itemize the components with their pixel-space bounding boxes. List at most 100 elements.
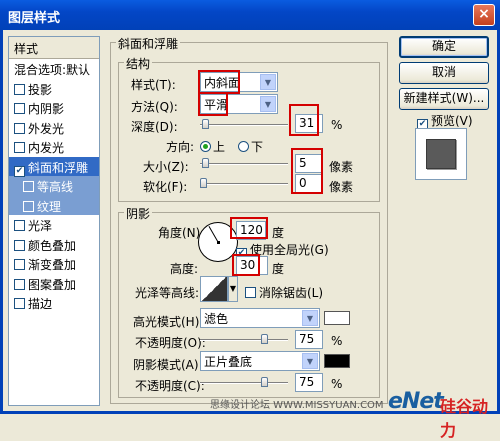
- highlight-mode-label: 高光模式(H):: [133, 315, 204, 329]
- shadow-opacity-input[interactable]: 75: [295, 373, 323, 392]
- antialias-checkbox[interactable]: 消除锯齿(L): [245, 284, 323, 301]
- shadow-opacity-unit: %: [331, 377, 343, 391]
- style-list-item-label: 内阴影: [28, 102, 65, 116]
- altitude-label: 高度:: [170, 262, 199, 276]
- style-list-item[interactable]: 渐变叠加: [9, 254, 99, 274]
- soften-slider-thumb[interactable]: [200, 178, 207, 188]
- style-list-item[interactable]: 描边: [9, 293, 99, 313]
- highlight-box-angle: [230, 217, 268, 239]
- chevron-down-icon[interactable]: ▼: [228, 276, 238, 302]
- style-list-item[interactable]: 图案叠加: [9, 274, 99, 294]
- style-list-item-label: 纹理: [37, 199, 62, 214]
- checkbox-icon[interactable]: [14, 103, 25, 114]
- bevel-group-title: 斜面和浮雕: [116, 35, 181, 52]
- altitude-unit: 度: [272, 262, 285, 276]
- style-list-item-label: 渐变叠加: [28, 258, 77, 272]
- shading-title: 阴影: [124, 205, 153, 222]
- checkbox-icon[interactable]: [14, 278, 25, 290]
- checkbox-icon[interactable]: [14, 122, 25, 134]
- window-title: 图层样式: [8, 11, 61, 26]
- style-label: 样式(T):: [131, 78, 176, 92]
- chevron-down-icon: ▼: [260, 96, 276, 112]
- depth-slider[interactable]: [200, 119, 288, 129]
- soften-label: 软化(F):: [143, 180, 188, 194]
- style-list-item-label: 斜面和浮雕: [28, 160, 89, 175]
- chevron-down-icon: ▼: [302, 310, 318, 326]
- style-list-item-label: 等高线: [37, 180, 74, 194]
- size-slider-thumb[interactable]: [201, 158, 209, 168]
- style-list-item-label: 内发光: [28, 141, 65, 155]
- checkbox-icon[interactable]: [245, 287, 256, 298]
- style-list-item-label: 描边: [28, 297, 53, 311]
- depth-unit: %: [331, 118, 343, 132]
- highlight-box-depth: [289, 104, 319, 136]
- shadow-color-swatch[interactable]: [324, 354, 350, 368]
- style-list-item[interactable]: 内发光: [9, 137, 99, 157]
- direction-down-radio[interactable]: 下: [238, 138, 263, 155]
- ok-button[interactable]: 确定: [399, 36, 489, 58]
- preview-swatch: [426, 139, 456, 169]
- direction-label: 方向:: [166, 140, 195, 154]
- close-button[interactable]: ×: [473, 4, 495, 26]
- new-style-button[interactable]: 新建样式(W)...: [399, 88, 489, 110]
- checkbox-icon[interactable]: [14, 220, 25, 231]
- size-label: 大小(Z):: [143, 160, 189, 174]
- checkbox-icon[interactable]: [14, 259, 25, 270]
- checkbox-icon[interactable]: [23, 181, 34, 192]
- style-list-item[interactable]: 光泽: [9, 215, 99, 235]
- depth-label: 深度(D):: [131, 120, 178, 134]
- watermark-logo: eNet: [388, 389, 444, 414]
- technique-label: 方法(Q):: [131, 100, 178, 114]
- shadow-opacity-thumb[interactable]: [260, 377, 268, 387]
- checkbox-icon[interactable]: [14, 83, 25, 95]
- radio-off-icon[interactable]: [238, 141, 249, 152]
- checkbox-icon[interactable]: [23, 200, 34, 212]
- shadow-opacity-slider[interactable]: [200, 377, 288, 387]
- styles-header[interactable]: 样式: [9, 37, 99, 59]
- style-list-item-label: 光泽: [28, 219, 53, 233]
- highlight-opacity-label: 不透明度(O):: [135, 336, 206, 350]
- shadow-mode-select[interactable]: 正片叠底 ▼: [200, 351, 320, 371]
- soften-slider[interactable]: [200, 178, 288, 188]
- title-bar: 图层样式 ×: [0, 0, 500, 30]
- checkbox-icon[interactable]: [14, 239, 25, 251]
- gloss-contour-picker[interactable]: [200, 276, 228, 302]
- checkbox-icon[interactable]: [14, 298, 25, 309]
- highlight-mode-select[interactable]: 滤色 ▼: [200, 308, 320, 328]
- highlight-opacity-unit: %: [331, 334, 343, 348]
- highlight-opacity-thumb[interactable]: [260, 334, 268, 344]
- size-slider[interactable]: [200, 158, 288, 168]
- close-icon: ×: [478, 6, 490, 22]
- style-list-item[interactable]: 颜色叠加: [9, 235, 99, 255]
- style-list-item-label: 混合选项:默认: [14, 63, 91, 77]
- highlight-color-swatch[interactable]: [324, 311, 350, 325]
- size-unit: 像素: [329, 160, 354, 174]
- highlight-opacity-input[interactable]: 75: [295, 330, 323, 349]
- style-list-item[interactable]: 投影: [9, 79, 99, 99]
- highlight-opacity-slider[interactable]: [200, 334, 288, 344]
- style-list-item[interactable]: 等高线: [9, 176, 99, 196]
- radio-on-icon[interactable]: [200, 141, 211, 152]
- style-list-item[interactable]: 内阴影: [9, 98, 99, 118]
- gloss-contour-label: 光泽等高线:: [135, 286, 200, 300]
- chevron-down-icon: ▼: [302, 353, 318, 369]
- style-list-item[interactable]: 纹理: [9, 195, 99, 215]
- structure-title: 结构: [124, 55, 153, 72]
- style-list-item-label: 颜色叠加: [28, 238, 77, 253]
- angle-center-dot: [217, 241, 220, 244]
- check-icon[interactable]: ✔: [14, 165, 25, 177]
- style-list-item-label: 图案叠加: [28, 277, 77, 292]
- direction-up-radio[interactable]: 上: [200, 138, 225, 155]
- style-list-item[interactable]: 外发光: [9, 118, 99, 138]
- highlight-box-altitude: [232, 254, 260, 276]
- checkbox-icon[interactable]: [14, 142, 25, 153]
- highlight-box-technique: [198, 92, 228, 116]
- style-list-item[interactable]: 混合选项:默认: [9, 59, 99, 79]
- cancel-button[interactable]: 取消: [399, 62, 489, 84]
- highlight-box-style: [198, 70, 240, 94]
- style-list-item[interactable]: ✔ 斜面和浮雕: [9, 156, 99, 177]
- watermark-logo-cn: 硅谷动力: [440, 397, 489, 440]
- depth-slider-thumb[interactable]: [202, 119, 210, 129]
- shadow-mode-label: 阴影模式(A):: [133, 358, 203, 372]
- style-list-item-label: 外发光: [28, 121, 65, 136]
